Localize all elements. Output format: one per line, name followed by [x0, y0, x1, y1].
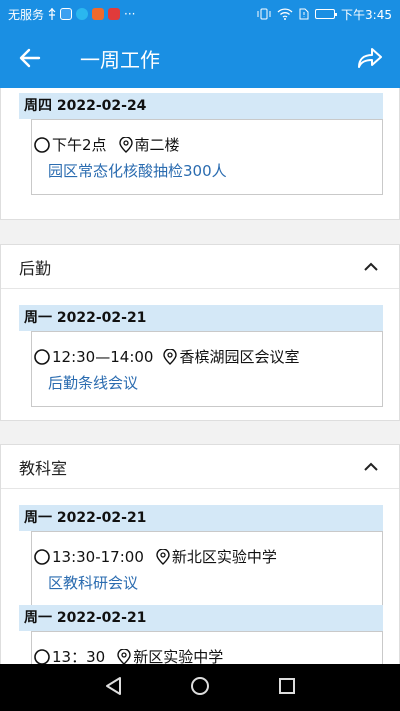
clock-icon: [34, 648, 50, 664]
system-nav-bar: [0, 664, 400, 711]
chevron-up-icon[interactable]: [361, 457, 381, 477]
share-icon: [358, 48, 382, 68]
day-header: 周一 2022-02-21: [19, 605, 383, 631]
section-header[interactable]: 教科室: [1, 445, 399, 489]
event-item[interactable]: 下午2点 南二楼 园区常态化核酸抽检300人: [31, 119, 383, 195]
location-pin-icon: [117, 648, 131, 664]
browser-notification-icon: [76, 8, 89, 20]
no-sim-icon: [299, 8, 309, 20]
share-button[interactable]: [340, 28, 400, 88]
clock-icon: [34, 348, 50, 365]
more-notifications-icon: ···: [124, 7, 136, 21]
section-title: 后勤: [19, 258, 52, 278]
back-button[interactable]: [0, 28, 60, 88]
event-location: 新北区实验中学: [171, 548, 277, 566]
nav-back-button[interactable]: [104, 676, 122, 700]
day-header: 周四 2022-02-24: [19, 93, 383, 119]
event-title-link[interactable]: 园区常态化核酸抽检300人: [48, 160, 227, 181]
content-scroll[interactable]: 周四 2022-02-24 下午2点 南二楼 园区常态化核酸抽检300人 后勤 …: [0, 88, 400, 664]
event-location: 新区实验中学: [133, 648, 224, 664]
event-location: 南二楼: [134, 136, 180, 154]
arrow-left-icon: [19, 48, 41, 68]
clock-text: 下午3:45: [341, 7, 392, 22]
nav-recents-button[interactable]: [278, 677, 296, 699]
event-item[interactable]: 13:30-17:00 新北区实验中学 区教科研会议: [31, 531, 383, 607]
event-title-link[interactable]: 区教科研会议: [48, 572, 138, 593]
event-time: 13:30-17:00: [52, 547, 144, 566]
circle-home-icon: [191, 676, 209, 695]
event-time: 13：30: [52, 648, 106, 664]
day-header: 周一 2022-02-21: [19, 505, 383, 531]
event-title-link[interactable]: 后勤条线会议: [48, 372, 138, 393]
location-pin-icon: [118, 136, 133, 153]
section-header[interactable]: 后勤: [1, 245, 399, 289]
chevron-up-icon[interactable]: [361, 257, 381, 277]
app-notification-icon: [60, 8, 73, 20]
usb-icon: [48, 8, 56, 20]
location-pin-icon: [156, 548, 170, 565]
nav-home-button[interactable]: [190, 676, 210, 700]
event-item[interactable]: 12:30—14:00 香槟湖园区会议室 后勤条线会议: [31, 331, 383, 407]
square-recents-icon: [279, 677, 295, 694]
battery-icon: [315, 9, 338, 19]
status-bar: 无服务 ··· 下午3:45: [0, 0, 400, 28]
day-header: 周一 2022-02-21: [19, 305, 383, 331]
page-title: 一周工作: [80, 47, 160, 72]
screen: 无服务 ··· 下午3:45 一周工作 周四 2022-02-24 下午2点 南…: [0, 0, 400, 711]
section-card: 后勤 周一 2022-02-21 12:30—14:00 香槟湖园区会议室 后勤…: [0, 244, 400, 421]
location-pin-icon: [163, 348, 178, 365]
section-card: 周四 2022-02-24 下午2点 南二楼 园区常态化核酸抽检300人: [0, 88, 400, 220]
wifi-icon: [277, 8, 293, 20]
triangle-back-icon: [106, 676, 121, 695]
section-card: 教科室 周一 2022-02-21 13:30-17:00 新北区实验中学 区教…: [0, 444, 400, 664]
clock-icon: [34, 136, 50, 153]
carrier-text: 无服务: [8, 7, 45, 22]
event-location: 香槟湖园区会议室: [179, 348, 300, 366]
clock-icon: [34, 548, 50, 565]
vibrate-icon: [257, 8, 271, 20]
event-item[interactable]: 13：30 新区实验中学: [31, 631, 383, 664]
app-bar: 一周工作: [0, 28, 400, 88]
video-notification-icon: [92, 8, 105, 20]
section-title: 教科室: [19, 458, 68, 478]
reader-notification-icon: [108, 8, 121, 20]
event-time: 下午2点: [52, 136, 107, 154]
event-time: 12:30—14:00: [52, 347, 154, 366]
